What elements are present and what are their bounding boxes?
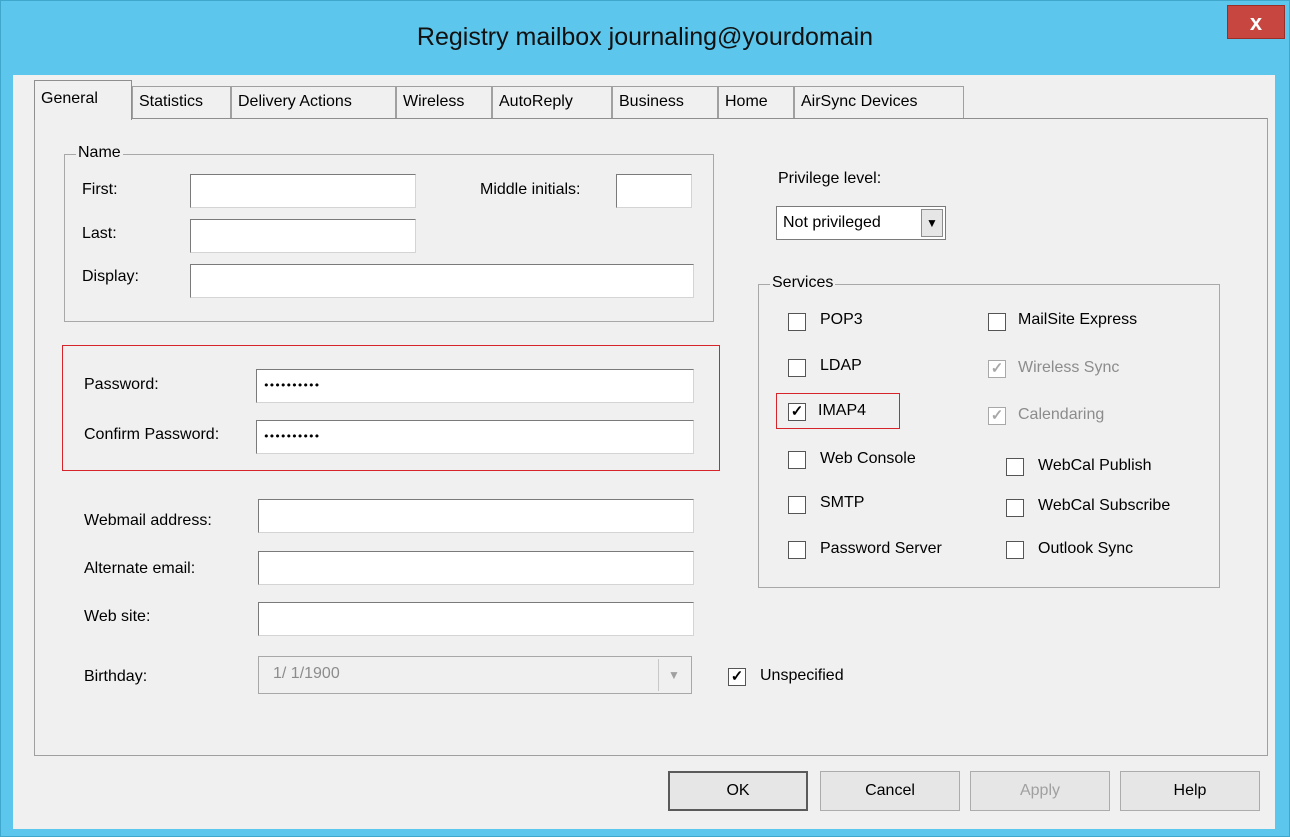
password-input[interactable]: •••••••••• (256, 369, 694, 403)
tab-autoreply[interactable]: AutoReply (492, 86, 612, 118)
imap4-checkbox[interactable]: ✓ (788, 403, 806, 421)
help-button[interactable]: Help (1120, 771, 1260, 811)
webmail-address-label: Webmail address: (84, 512, 212, 529)
title-bar[interactable]: Registry mailbox journaling@yourdomain x (1, 1, 1289, 75)
window-title: Registry mailbox journaling@yourdomain (416, 23, 874, 51)
last-name-input[interactable] (190, 219, 416, 253)
cancel-button[interactable]: Cancel (820, 771, 960, 811)
wireless-sync-label: Wireless Sync (1018, 359, 1120, 376)
confirm-password-input[interactable]: •••••••••• (256, 420, 694, 454)
mailsite-express-label: MailSite Express (1018, 311, 1138, 328)
confirm-password-label: Confirm Password: (84, 426, 220, 443)
outlook-sync-label: Outlook Sync (1038, 540, 1134, 557)
unspecified-label: Unspecified (760, 667, 844, 684)
tab-home[interactable]: Home (718, 86, 794, 118)
ldap-checkbox[interactable] (788, 359, 806, 377)
imap4-label: IMAP4 (818, 402, 867, 419)
first-name-label: First: (82, 181, 118, 198)
close-button[interactable]: x (1227, 5, 1285, 39)
ldap-label: LDAP (820, 357, 862, 374)
webcal-publish-checkbox[interactable] (1006, 458, 1024, 476)
webcal-subscribe-checkbox[interactable] (1006, 499, 1024, 517)
webcal-subscribe-label: WebCal Subscribe (1038, 497, 1171, 514)
web-site-input[interactable] (258, 602, 694, 636)
first-name-input[interactable] (190, 174, 416, 208)
webcal-publish-label: WebCal Publish (1038, 457, 1152, 474)
smtp-checkbox[interactable] (788, 496, 806, 514)
display-name-input[interactable] (190, 264, 694, 298)
webmail-address-input[interactable] (258, 499, 694, 533)
birthday-picker: 1/ 1/1900 ▼ (258, 656, 692, 694)
tab-wireless[interactable]: Wireless (396, 86, 492, 118)
pop3-label: POP3 (820, 311, 863, 328)
alternate-email-input[interactable] (258, 551, 694, 585)
privilege-level-value: Not privileged (783, 214, 881, 231)
password-server-label: Password Server (820, 540, 942, 557)
chevron-down-icon[interactable]: ▼ (921, 209, 943, 237)
password-server-checkbox[interactable] (788, 541, 806, 559)
calendaring-checkbox: ✓ (988, 407, 1006, 425)
services-group-legend: Services (770, 274, 836, 292)
name-group-legend: Name (76, 144, 123, 162)
web-console-checkbox[interactable] (788, 451, 806, 469)
display-name-label: Display: (82, 268, 139, 285)
password-label: Password: (84, 376, 159, 393)
web-console-label: Web Console (820, 450, 916, 467)
tab-business[interactable]: Business (612, 86, 718, 118)
alternate-email-label: Alternate email: (84, 560, 196, 577)
web-site-label: Web site: (84, 608, 151, 625)
middle-initials-input[interactable] (616, 174, 692, 208)
calendaring-label: Calendaring (1018, 406, 1105, 423)
tab-general[interactable]: General (34, 80, 132, 120)
tab-statistics[interactable]: Statistics (132, 86, 231, 118)
tab-delivery-actions[interactable]: Delivery Actions (231, 86, 396, 118)
apply-button: Apply (970, 771, 1110, 811)
privilege-level-select[interactable]: Not privileged ▼ (776, 206, 946, 240)
privilege-level-label: Privilege level: (778, 170, 882, 187)
tab-airsync-devices[interactable]: AirSync Devices (794, 86, 964, 118)
wireless-sync-checkbox: ✓ (988, 360, 1006, 378)
pop3-checkbox[interactable] (788, 313, 806, 331)
ok-button[interactable]: OK (668, 771, 808, 811)
chevron-down-icon: ▼ (658, 659, 689, 691)
outlook-sync-checkbox[interactable] (1006, 541, 1024, 559)
last-name-label: Last: (82, 225, 117, 242)
middle-initials-label: Middle initials: (480, 181, 581, 198)
birthday-label: Birthday: (84, 668, 148, 685)
mailsite-express-checkbox[interactable] (988, 313, 1006, 331)
smtp-label: SMTP (820, 494, 865, 511)
birthday-value: 1/ 1/1900 (273, 665, 340, 682)
unspecified-checkbox[interactable]: ✓ (728, 668, 746, 686)
